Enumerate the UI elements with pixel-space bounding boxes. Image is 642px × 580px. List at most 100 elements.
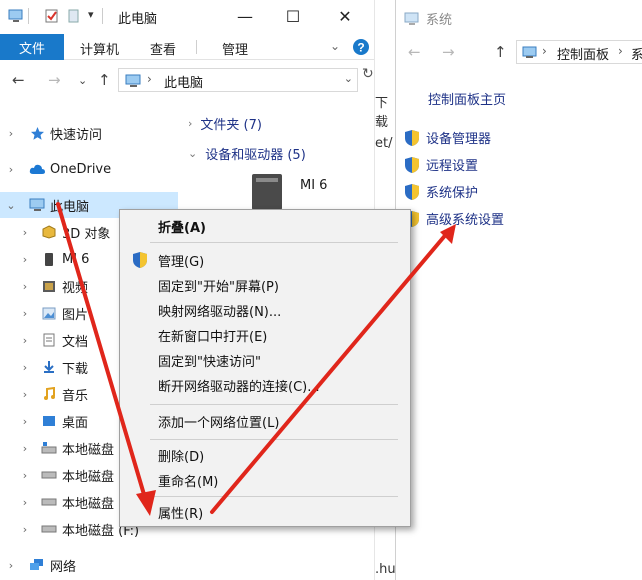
- forward-arrow-icon[interactable]: →: [442, 43, 455, 61]
- control-panel-home-link[interactable]: 控制面板主页: [428, 89, 506, 108]
- chevron-right-icon[interactable]: ›: [4, 163, 18, 176]
- group-folders-label: 文件夹 (7): [200, 118, 262, 133]
- system-protection-label: 系统保护: [426, 186, 479, 201]
- chevron-right-icon[interactable]: ›: [18, 388, 32, 401]
- this-pc-icon: [8, 9, 23, 22]
- menu-item-label: 映射网络驱动器(N)...: [158, 304, 282, 320]
- tab-computer[interactable]: 计算机: [80, 39, 119, 58]
- music-icon: [40, 386, 58, 402]
- device-manager-link[interactable]: 设备管理器: [404, 128, 491, 147]
- nav-quick-access[interactable]: › 快速访问: [0, 120, 178, 146]
- menu-separator: [150, 404, 398, 405]
- chevron-right-icon[interactable]: ›: [18, 307, 32, 320]
- breadcrumb-system[interactable]: 系: [631, 44, 642, 63]
- nav-label: 3D 对象: [62, 226, 111, 242]
- system-protection-link[interactable]: 系统保护: [404, 182, 478, 201]
- chevron-right-icon[interactable]: ›: [18, 334, 32, 347]
- maximize-button[interactable]: ☐: [270, 0, 316, 32]
- chevron-right-icon[interactable]: ›: [18, 523, 32, 536]
- chevron-right-icon[interactable]: ›: [18, 280, 32, 293]
- desktop-icon: [40, 413, 58, 429]
- group-folders[interactable]: › 文件夹 (7): [188, 114, 262, 133]
- back-arrow-icon[interactable]: ←: [12, 71, 25, 89]
- menu-item-properties[interactable]: 属性(R): [120, 500, 410, 524]
- menu-item-manage[interactable]: 管理(G): [120, 248, 410, 272]
- menu-item-label: 断开网络驱动器的连接(C)...: [158, 379, 320, 395]
- tab-view[interactable]: 查看: [150, 39, 176, 58]
- breadcrumb-control-panel[interactable]: 控制面板: [557, 44, 609, 63]
- menu-item-collapse[interactable]: 折叠(A): [120, 214, 410, 238]
- star-icon: [28, 125, 46, 141]
- recent-dropdown-icon[interactable]: ⌄: [78, 74, 87, 87]
- properties-quick-icon[interactable]: [44, 9, 60, 23]
- forward-arrow-icon[interactable]: →: [48, 71, 61, 89]
- address-dropdown-icon[interactable]: ⌄: [344, 72, 353, 85]
- device-manager-label: 设备管理器: [426, 132, 492, 147]
- remote-settings-label: 远程设置: [426, 159, 479, 174]
- system-address-bar[interactable]: › 控制面板 › 系: [516, 40, 642, 64]
- video-icon: [40, 278, 58, 294]
- minimize-button[interactable]: —: [222, 0, 268, 32]
- chevron-right-icon[interactable]: ›: [188, 117, 192, 130]
- breadcrumb-separator-icon: ›: [147, 72, 152, 86]
- tab-file[interactable]: 文件: [0, 34, 64, 60]
- menu-item-rename[interactable]: 重命名(M): [120, 468, 410, 492]
- back-arrow-icon[interactable]: ←: [408, 43, 421, 61]
- chevron-right-icon[interactable]: ›: [18, 361, 32, 374]
- menu-item-label: 添加一个网络位置(L): [158, 415, 280, 431]
- nav-label: 文档: [62, 334, 89, 350]
- breadcrumb-separator-icon: ›: [542, 44, 547, 58]
- close-button[interactable]: ✕: [322, 0, 368, 32]
- menu-item-add-network-location[interactable]: 添加一个网络位置(L): [120, 409, 410, 433]
- nav-onedrive[interactable]: › OneDrive: [0, 156, 178, 182]
- chevron-right-icon[interactable]: ›: [18, 496, 32, 509]
- chevron-right-icon[interactable]: ›: [18, 415, 32, 428]
- uac-shield-icon: [133, 252, 147, 268]
- breadcrumb-this-pc[interactable]: 此电脑: [164, 72, 203, 91]
- chevron-down-icon[interactable]: ⌄: [4, 199, 18, 212]
- system-icon: [404, 12, 419, 25]
- menu-item-pin-quick-access[interactable]: 固定到"快速访问": [120, 348, 410, 372]
- device-label[interactable]: MI 6: [300, 178, 327, 193]
- help-icon[interactable]: ?: [352, 38, 370, 56]
- up-arrow-icon[interactable]: ↑: [98, 71, 111, 89]
- svg-text:?: ?: [357, 41, 364, 55]
- background-text: 下载: [375, 96, 389, 130]
- download-icon: [40, 359, 58, 375]
- ribbon-expand-icon[interactable]: ⌄: [330, 39, 340, 53]
- group-devices-label: 设备和驱动器 (5): [205, 148, 306, 163]
- picture-icon: [40, 305, 58, 321]
- menu-item-delete[interactable]: 删除(D): [120, 443, 410, 467]
- nav-label: 图片: [62, 307, 89, 323]
- menu-item-pin-start[interactable]: 固定到"开始"屏幕(P): [120, 273, 410, 297]
- control-panel-icon: [522, 46, 537, 58]
- nav-network[interactable]: › 网络: [0, 552, 178, 578]
- remote-settings-link[interactable]: 远程设置: [404, 155, 478, 174]
- chevron-right-icon[interactable]: ›: [18, 253, 32, 266]
- uac-shield-icon: [405, 156, 419, 173]
- menu-item-disconnect-drive[interactable]: 断开网络驱动器的连接(C)...: [120, 373, 410, 397]
- chevron-right-icon[interactable]: ›: [18, 442, 32, 455]
- advanced-system-settings-label: 高级系统设置: [426, 213, 505, 228]
- menu-item-open-new-window[interactable]: 在新窗口中打开(E): [120, 323, 410, 347]
- system-window: 系统 ← → ↑ › 控制面板 › 系 控制面板主页 设备管理器 远程设置 系统…: [395, 0, 642, 580]
- address-bar[interactable]: › 此电脑 ⌄: [118, 68, 358, 92]
- chevron-down-icon[interactable]: ⌄: [188, 147, 197, 160]
- chevron-right-icon[interactable]: ›: [4, 559, 18, 572]
- nav-label: 本地磁盘 (: [62, 469, 124, 485]
- refresh-icon[interactable]: ↻: [362, 66, 374, 82]
- advanced-system-settings-link[interactable]: 高级系统设置: [404, 209, 504, 228]
- chevron-right-icon[interactable]: ›: [18, 469, 32, 482]
- chevron-right-icon[interactable]: ›: [4, 127, 18, 140]
- up-arrow-icon[interactable]: ↑: [494, 43, 507, 61]
- system-drive-icon: [40, 440, 58, 456]
- quick-access-dropdown-icon[interactable]: ▾: [88, 8, 94, 21]
- phone-device-icon[interactable]: [248, 172, 286, 212]
- context-menu: 折叠(A) 管理(G) 固定到"开始"屏幕(P) 映射网络驱动器(N)... 在…: [119, 209, 411, 527]
- group-devices[interactable]: ⌄ 设备和驱动器 (5): [188, 144, 306, 163]
- menu-item-map-drive[interactable]: 映射网络驱动器(N)...: [120, 298, 410, 322]
- chevron-right-icon[interactable]: ›: [18, 226, 32, 239]
- new-folder-quick-icon[interactable]: [66, 9, 82, 23]
- tab-manage[interactable]: 管理: [222, 39, 248, 58]
- menu-item-label: 管理(G): [158, 254, 205, 270]
